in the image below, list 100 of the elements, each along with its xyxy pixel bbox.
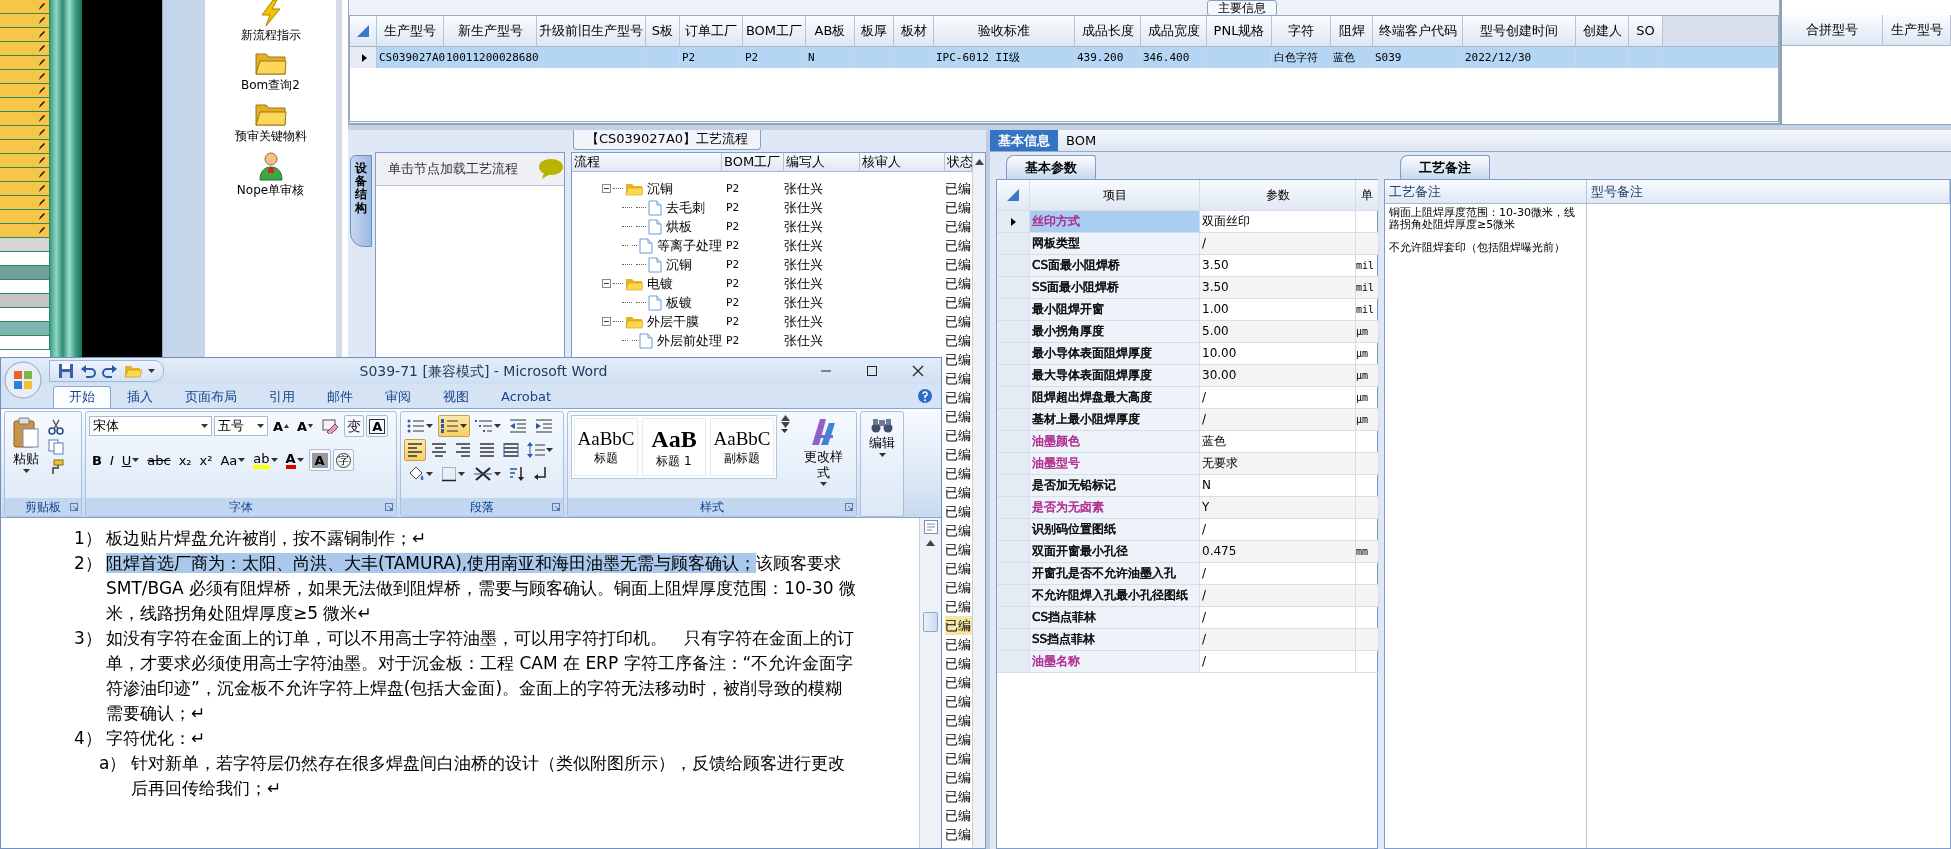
ribbon-tab[interactable]: Acrobat — [485, 386, 568, 408]
dialog-launcher-icon[interactable] — [385, 503, 393, 511]
table-cell[interactable]: 开窗孔是否不允许油墨入孔 — [1030, 563, 1200, 585]
collapse-icon[interactable] — [602, 317, 611, 326]
column-header[interactable]: 验收标准 — [934, 16, 1075, 47]
table-cell[interactable]: 识别码位置图纸 — [1030, 519, 1200, 541]
column-header[interactable]: 参数 — [1200, 180, 1356, 211]
column-header[interactable]: AB板 — [806, 16, 855, 47]
column-header[interactable]: PNL规格 — [1207, 16, 1272, 47]
tree-node[interactable]: 外层干膜 — [647, 313, 699, 330]
tree-node[interactable]: 烘板 — [666, 218, 692, 235]
customize-icon[interactable] — [148, 369, 155, 373]
tree-node[interactable]: 电镀 — [647, 275, 673, 292]
tree-node[interactable]: 沉铜 — [666, 256, 692, 273]
tool-label[interactable]: 预审关键物料 — [234, 128, 307, 144]
phonetic-guide-button[interactable]: 变 — [344, 415, 365, 437]
column-header[interactable]: S板 — [646, 16, 680, 47]
column-header[interactable]: 成品宽度 — [1141, 16, 1207, 47]
tree-node[interactable]: 沉铜 — [647, 180, 673, 197]
ribbon-tab[interactable]: 审阅 — [369, 386, 427, 408]
tree-node[interactable]: 去毛刺 — [666, 199, 705, 216]
italic-button[interactable]: I — [106, 449, 117, 471]
dialog-launcher-icon[interactable] — [845, 503, 853, 511]
table-cell[interactable]: 网板类型 — [1030, 233, 1200, 255]
table-cell[interactable]: 最小拐角厚度 — [1030, 321, 1200, 343]
column-header[interactable]: 生产型号 — [1883, 15, 1951, 46]
ribbon-tab[interactable]: 页面布局 — [169, 386, 253, 408]
character-shading-button[interactable]: A — [308, 449, 331, 471]
column-header[interactable]: BOM工厂 — [743, 16, 806, 47]
tree-node[interactable]: 板镀 — [666, 294, 692, 311]
column-header[interactable]: 终端客户代码 — [1373, 16, 1463, 47]
font-field[interactable]: 宋体 — [89, 416, 212, 436]
tool-label[interactable]: Nope单审核 — [236, 183, 305, 198]
tool-label[interactable]: Bom查询2 — [241, 78, 300, 93]
table-cell[interactable]: 油墨名称 — [1030, 651, 1200, 673]
column-header[interactable]: 成品长度 — [1075, 16, 1141, 47]
character-border-button[interactable]: A — [366, 415, 389, 437]
table-cell[interactable]: 基材上最小阻焊厚度 — [1030, 409, 1200, 431]
ribbon-tab[interactable]: 视图 — [427, 386, 485, 408]
style-item[interactable]: AaBbC 副标题 — [710, 418, 774, 476]
scroll-up-icon[interactable] — [926, 540, 935, 546]
table-row[interactable]: CS039027A010011200028680 P2 P2 N IPC-6012 II级 439.200 346.400 白色字符 蓝色 S039 2022/12/30 — [350, 47, 1778, 68]
numbering-button[interactable] — [438, 415, 470, 437]
table-cell[interactable]: 阻焊超出焊盘最大高度 — [1030, 387, 1200, 409]
size-field[interactable]: 五号 — [214, 416, 268, 436]
column-header[interactable]: 板材 — [894, 16, 934, 47]
column-header[interactable]: 阻焊 — [1331, 16, 1373, 47]
grow-font-button[interactable]: A — [270, 415, 293, 437]
column-header[interactable]: 订单工厂 — [680, 16, 743, 47]
dialog-launcher-icon[interactable] — [70, 503, 78, 511]
save-icon[interactable] — [58, 363, 74, 379]
highlight-button[interactable]: ab — [250, 449, 281, 471]
table-cell[interactable]: 油墨型号 — [1030, 453, 1200, 475]
scroll-down-icon[interactable] — [781, 422, 790, 428]
table-cell[interactable]: CS面最小阻焊桥 — [1030, 255, 1200, 277]
scroll-thumb[interactable] — [923, 612, 938, 632]
folder-icon[interactable] — [254, 50, 287, 77]
bold-button[interactable]: B — [89, 449, 105, 471]
scroll-up-icon[interactable] — [974, 159, 984, 165]
column-header[interactable]: 状态 — [947, 154, 973, 170]
column-header[interactable]: 合拼型号 — [1782, 15, 1883, 46]
align-left-button[interactable] — [404, 439, 426, 461]
table-cell[interactable]: 最小导体表面阻焊厚度 — [1030, 343, 1200, 365]
table-cell[interactable]: 最小阻焊开窗 — [1030, 299, 1200, 321]
table-cell[interactable]: 是否加无铅标记 — [1030, 475, 1200, 497]
tab[interactable]: BOM — [1058, 130, 1105, 151]
ribbon-tab[interactable]: 开始 — [53, 386, 111, 408]
table-cell[interactable]: 最大导体表面阻焊厚度 — [1030, 365, 1200, 387]
underline-button[interactable]: U — [118, 449, 143, 471]
row-header[interactable] — [997, 211, 1030, 233]
help-icon[interactable] — [917, 388, 933, 404]
redo-icon[interactable] — [102, 363, 118, 379]
table-cell[interactable]: SS面最小阻焊桥 — [1030, 277, 1200, 299]
change-styles-button[interactable]: 更改样式 — [794, 415, 853, 495]
column-header[interactable]: SO — [1629, 16, 1663, 47]
column-header[interactable]: 新生产型号 — [444, 16, 537, 47]
column-header[interactable]: 项目 — [1030, 180, 1200, 211]
superscript-button[interactable]: x² — [196, 449, 216, 471]
corner-header[interactable] — [997, 180, 1030, 211]
undo-icon[interactable] — [80, 363, 96, 379]
column-header[interactable]: 字符 — [1272, 16, 1331, 47]
table-cell[interactable]: 是否为无卤素 — [1030, 497, 1200, 519]
table-cell[interactable]: SS挡点菲林 — [1030, 629, 1200, 651]
table-cell[interactable]: CS挡点菲林 — [1030, 607, 1200, 629]
strikethrough-button[interactable]: abc — [144, 449, 174, 471]
tab[interactable]: 基本参数 — [1006, 155, 1096, 179]
column-header[interactable]: 单 — [1356, 180, 1379, 211]
column-header[interactable]: 工艺备注 — [1385, 180, 1587, 204]
column-header[interactable]: 型号备注 — [1587, 180, 1950, 204]
subscript-button[interactable]: x₂ — [175, 449, 195, 471]
tab[interactable]: 工艺备注 — [1400, 155, 1490, 179]
column-header[interactable]: 升级前旧生产型号 — [537, 16, 646, 47]
font-color-button[interactable]: A — [282, 449, 307, 471]
side-tab[interactable]: 设备结构 — [350, 155, 372, 247]
more-icon[interactable] — [781, 429, 788, 433]
cut-icon[interactable] — [48, 419, 64, 435]
table-cell[interactable]: 不允许阻焊入孔最小孔径图纸 — [1030, 585, 1200, 607]
table-cell[interactable]: 油墨颜色 — [1030, 431, 1200, 453]
collapse-icon[interactable] — [602, 184, 611, 193]
ribbon-tab[interactable]: 引用 — [253, 386, 311, 408]
